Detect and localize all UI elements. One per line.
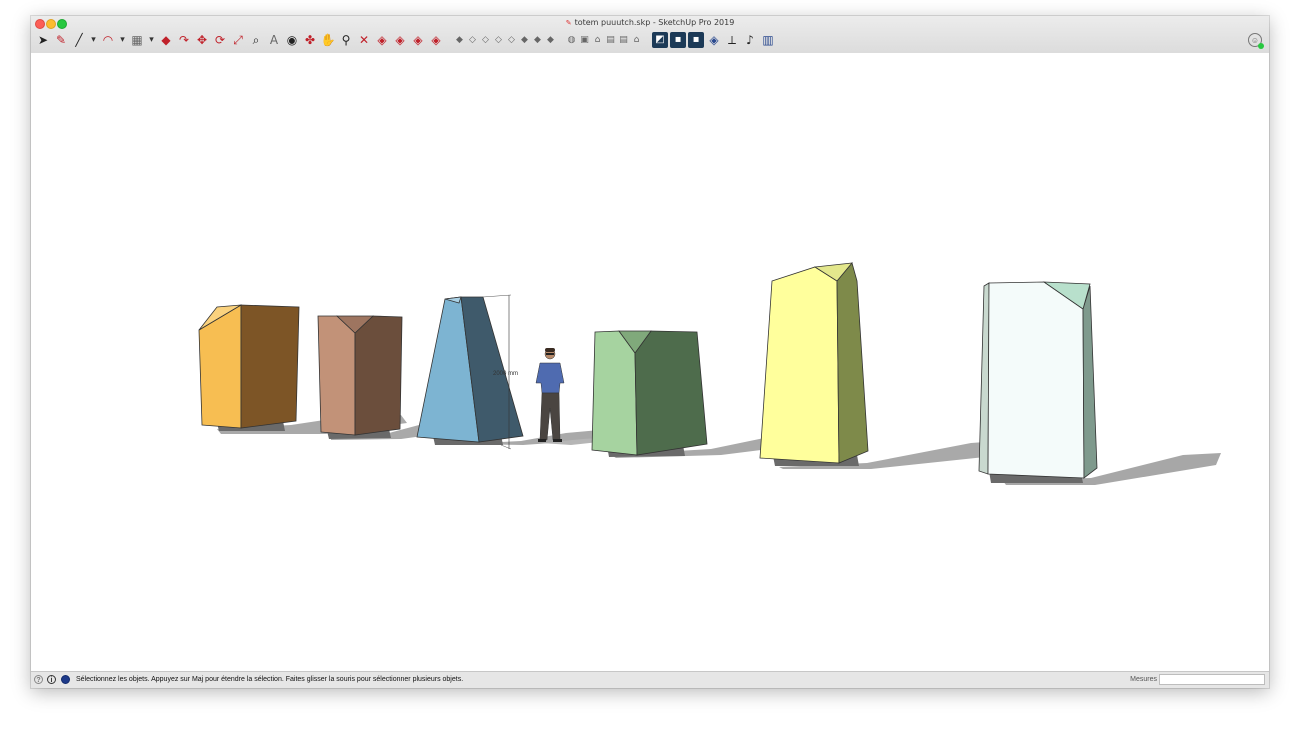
view-right-icon[interactable]: ◇ xyxy=(493,32,504,48)
dimension-extension-top xyxy=(482,294,512,298)
outer-shell-icon[interactable]: ◈ xyxy=(706,32,722,48)
xray-style-icon[interactable]: ◍ xyxy=(566,32,577,48)
title-bar: ✎ totem puuutch.skp - SketchUp Pro 2019 ➤… xyxy=(31,16,1269,54)
follow-me-tool-icon[interactable]: ↷ xyxy=(176,32,192,48)
status-message: Sélectionnez les objets. Appuyez sur Maj… xyxy=(76,676,464,683)
paint-bucket-tool-icon[interactable]: ◉ xyxy=(284,32,300,48)
totem-brown[interactable] xyxy=(317,315,403,439)
window-title: totem puuutch.skp - SketchUp Pro 2019 xyxy=(574,18,735,27)
measurements-label: Mesures xyxy=(1130,676,1157,683)
view-back-icon[interactable]: ◇ xyxy=(506,32,517,48)
tape-measure-tool-icon[interactable]: ⌕ xyxy=(248,32,264,48)
totem-orange-right-face xyxy=(240,304,300,429)
arc-tool-icon[interactable]: ◠ xyxy=(100,32,116,48)
share-model-icon[interactable]: ◈ xyxy=(392,32,408,48)
materials-icon[interactable]: ▥ xyxy=(760,32,776,48)
totem-white[interactable] xyxy=(978,281,1098,483)
dimension-extension-bottom xyxy=(500,444,512,450)
totem-green-right-face xyxy=(634,330,708,456)
drawing-area[interactable]: 2000 mm xyxy=(31,53,1269,671)
extension-warehouse-icon[interactable]: ◈ xyxy=(410,32,426,48)
hidden-line-style-icon[interactable]: ⌂ xyxy=(592,32,603,48)
sketchup-window: ✎ totem puuutch.skp - SketchUp Pro 2019 ➤… xyxy=(31,16,1269,688)
totem-green-left-face xyxy=(591,330,638,456)
scale-tool-icon[interactable]: ⤢ xyxy=(230,32,246,48)
scale-figure-person[interactable] xyxy=(535,348,599,445)
view-front-icon[interactable]: ◇ xyxy=(480,32,491,48)
person-shoe-right xyxy=(553,439,562,442)
totem-yellow-right-face xyxy=(836,262,869,464)
model-scene[interactable]: 2000 mm xyxy=(31,53,1269,671)
totem-brown-left-face xyxy=(317,315,356,436)
monochrome-style-icon[interactable]: ⌂ xyxy=(631,32,642,48)
account-icon[interactable]: ☺ xyxy=(1248,33,1264,49)
solid-tools-icon[interactable]: ▪ xyxy=(670,32,686,48)
dimension-label: 2000 mm xyxy=(493,371,518,377)
main-toolbar: ➤ ✎ ╱ ▾ ◠ ▾ ▦ ▾ ◆ ↷ ✥ ⟳ ⤢ ⌕ A ◉ ✤ ✋ ⚲ ✕ ◈ ◈ ◈ ◈ ◆ ◇ ◇ ◇ ◇ ◆ ◆ ◆ ◍ ▣ ⌂ ▤ ▤ ⌂ ◩ ▪… xyxy=(35,30,776,50)
help-icon[interactable]: ? xyxy=(34,675,43,684)
window-title-container: ✎ totem puuutch.skp - SketchUp Pro 2019 xyxy=(31,18,1269,27)
view-iso-icon[interactable]: ◆ xyxy=(454,32,465,48)
section-plane-icon[interactable]: ◩ xyxy=(652,32,668,48)
totem-white-right-face xyxy=(1082,285,1098,479)
select-tool-icon[interactable]: ➤ xyxy=(35,32,51,48)
document-icon: ✎ xyxy=(565,19,572,27)
shaded-style-icon[interactable]: ▤ xyxy=(605,32,616,48)
warehouse-icon[interactable]: ◈ xyxy=(374,32,390,48)
sandbox-tools-icon[interactable]: ▪ xyxy=(688,32,704,48)
arc-tool-dropdown-icon[interactable]: ▾ xyxy=(118,32,127,48)
rectangle-tool-dropdown-icon[interactable]: ▾ xyxy=(147,32,156,48)
line-tool-dropdown-icon[interactable]: ▾ xyxy=(89,32,98,48)
eraser-tool-icon[interactable]: ✎ xyxy=(53,32,69,48)
status-bar: ? i Sélectionnez les objets. Appuyez sur… xyxy=(31,671,1269,688)
person-shirt xyxy=(535,362,565,394)
shaded-textures-style-icon[interactable]: ▤ xyxy=(618,32,629,48)
totem-green[interactable] xyxy=(591,330,708,457)
person-pants xyxy=(539,392,561,441)
view-perspective-icon[interactable]: ◆ xyxy=(545,32,556,48)
info-icon[interactable]: i xyxy=(47,675,56,684)
move-tool-icon[interactable]: ✥ xyxy=(194,32,210,48)
zoom-tool-icon[interactable]: ⚲ xyxy=(338,32,354,48)
line-tool-icon[interactable]: ╱ xyxy=(71,32,87,48)
totem-yellow-left-face xyxy=(759,266,840,464)
component-icon[interactable]: ♪ xyxy=(742,32,758,48)
layout-send-icon[interactable]: ◈ xyxy=(428,32,444,48)
view-bottom-icon[interactable]: ◆ xyxy=(532,32,543,48)
rectangle-tool-icon[interactable]: ▦ xyxy=(129,32,145,48)
person-glasses xyxy=(546,353,554,355)
totem-white-front-face xyxy=(987,281,1085,479)
person-shoe-left xyxy=(538,439,546,442)
text-tool-icon[interactable]: A xyxy=(266,32,282,48)
totem-orange[interactable] xyxy=(198,304,300,431)
view-top-icon[interactable]: ◇ xyxy=(467,32,478,48)
measurements-input[interactable] xyxy=(1159,674,1265,685)
account-status-badge xyxy=(1258,43,1264,49)
push-pull-tool-icon[interactable]: ◆ xyxy=(158,32,174,48)
credit-icon[interactable] xyxy=(61,675,70,684)
totem-yellow[interactable] xyxy=(759,262,869,466)
totem-white-left-edge xyxy=(978,282,990,475)
pan-tool-icon[interactable]: ✋ xyxy=(320,32,336,48)
axes-tool-icon[interactable]: ⟂ xyxy=(724,32,740,48)
orbit-tool-icon[interactable]: ✤ xyxy=(302,32,318,48)
rotate-tool-icon[interactable]: ⟳ xyxy=(212,32,228,48)
view-left-icon[interactable]: ◆ xyxy=(519,32,530,48)
zoom-extents-tool-icon[interactable]: ✕ xyxy=(356,32,372,48)
person-hair xyxy=(545,348,555,352)
totem-brown-right-face xyxy=(354,315,403,436)
wireframe-style-icon[interactable]: ▣ xyxy=(579,32,590,48)
